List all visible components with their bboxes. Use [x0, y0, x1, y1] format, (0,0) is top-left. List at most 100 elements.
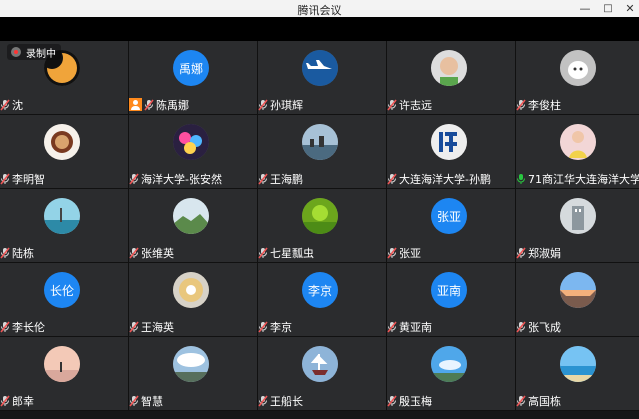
participant-nameplate: 郑淑娟	[516, 245, 561, 260]
participant-nameplate: 李俊柱	[516, 97, 561, 112]
participant-name: 高国栋	[528, 394, 561, 408]
microphone-muted-icon	[258, 247, 270, 259]
participant-name: 七星瓢虫	[270, 246, 314, 260]
participant-avatar	[431, 124, 467, 160]
participant-avatar: 亚南	[431, 272, 467, 308]
participant-tile[interactable]: 殷玉梅	[387, 337, 516, 411]
participant-name: 殷玉梅	[399, 394, 432, 408]
participant-nameplate: 李明智	[0, 171, 45, 186]
participant-tile[interactable]: 禹娜陈禹娜	[129, 41, 258, 115]
participant-name: 李长伦	[12, 320, 45, 334]
microphone-muted-icon	[387, 173, 399, 185]
participant-tile[interactable]: 长伦李长伦	[0, 263, 129, 337]
participant-tile[interactable]: 亚南黄亚南	[387, 263, 516, 337]
participant-name: 张飞成	[528, 320, 561, 334]
microphone-muted-icon	[258, 321, 270, 333]
participant-name: 海洋大学-张安然	[141, 172, 222, 186]
participant-avatar	[173, 198, 209, 234]
microphone-muted-icon	[516, 395, 528, 407]
participant-avatar: 禹娜	[173, 50, 209, 86]
meeting-toolbar-strip	[0, 17, 639, 41]
participant-avatar	[302, 50, 338, 86]
participant-tile[interactable]: 陆栋	[0, 189, 129, 263]
participant-nameplate: 71商江华大连海洋大学	[516, 171, 639, 186]
participant-avatar	[560, 198, 596, 234]
participant-tile[interactable]: 张亚 张亚	[387, 189, 516, 263]
participant-tile[interactable]: 海洋大学-张安然	[129, 115, 258, 189]
participant-tile[interactable]: 七星瓢虫	[258, 189, 387, 263]
participant-nameplate: 孙琪辉	[258, 97, 303, 112]
participant-name: 71商江华大连海洋大学	[528, 172, 639, 186]
window-title-bar: 腾讯会议 — □ ✕	[0, 0, 639, 17]
participant-tile[interactable]: 李明智	[0, 115, 129, 189]
participant-nameplate: 黄亚南	[387, 319, 432, 334]
host-person-icon	[129, 98, 142, 111]
microphone-muted-icon	[129, 173, 141, 185]
participant-name: 李明智	[12, 172, 45, 186]
participant-nameplate: 郎幸	[0, 393, 34, 408]
close-button[interactable]: ✕	[621, 1, 639, 16]
microphone-muted-icon	[258, 99, 270, 111]
participant-tile[interactable]: 郑淑娟	[516, 189, 639, 263]
participant-nameplate: 沈	[0, 97, 23, 112]
participant-avatar	[302, 346, 338, 382]
microphone-muted-icon	[516, 99, 528, 111]
participant-tile[interactable]: 张维英	[129, 189, 258, 263]
participant-nameplate: 陈禹娜	[129, 97, 189, 112]
maximize-button[interactable]: □	[599, 1, 617, 16]
participant-name: 许志远	[399, 98, 432, 112]
participant-tile[interactable]: 大连海洋大学-孙鹏	[387, 115, 516, 189]
participant-avatar	[44, 124, 80, 160]
participant-tile[interactable]: 李京 李京	[258, 263, 387, 337]
participant-avatar: 张亚	[431, 198, 467, 234]
participant-name: 陈禹娜	[156, 98, 189, 112]
participant-avatar	[173, 124, 209, 160]
window-title: 腾讯会议	[297, 4, 342, 17]
participant-nameplate: 殷玉梅	[387, 393, 432, 408]
participant-name: 王海英	[141, 320, 174, 334]
microphone-muted-icon	[516, 321, 528, 333]
participant-nameplate: 王船长	[258, 393, 303, 408]
microphone-icon	[516, 173, 528, 185]
record-icon	[11, 47, 21, 57]
microphone-muted-icon	[387, 99, 399, 111]
participant-nameplate: 智慧	[129, 393, 163, 408]
participant-tile[interactable]: 许志远	[387, 41, 516, 115]
participant-nameplate: 七星瓢虫	[258, 245, 314, 260]
participant-avatar	[560, 50, 596, 86]
participant-tile[interactable]: 王海英	[129, 263, 258, 337]
participant-tile[interactable]: 郎幸	[0, 337, 129, 411]
participant-tile[interactable]: 李俊柱	[516, 41, 639, 115]
participant-nameplate: 陆栋	[0, 245, 34, 260]
participant-nameplate: 张飞成	[516, 319, 561, 334]
recording-label: 录制中	[26, 48, 56, 60]
participant-name: 黄亚南	[399, 320, 432, 334]
participant-name: 郎幸	[12, 394, 34, 408]
participant-tile[interactable]: 王海鹏	[258, 115, 387, 189]
participant-tile[interactable]: 王船长	[258, 337, 387, 411]
participant-tile[interactable]: 张飞成	[516, 263, 639, 337]
participant-name: 智慧	[141, 394, 163, 408]
participant-name: 郑淑娟	[528, 246, 561, 260]
participant-name: 陆栋	[12, 246, 34, 260]
participant-tile[interactable]: 71商江华大连海洋大学	[516, 115, 639, 189]
participant-avatar: 长伦	[44, 272, 80, 308]
participant-tile[interactable]: 高国栋	[516, 337, 639, 411]
participant-avatar	[302, 124, 338, 160]
participant-tile[interactable]: 孙琪辉	[258, 41, 387, 115]
microphone-muted-icon	[0, 395, 12, 407]
participant-nameplate: 李长伦	[0, 319, 45, 334]
participant-name: 沈	[12, 98, 23, 112]
microphone-muted-icon	[387, 247, 399, 259]
participant-tile[interactable]: 智慧	[129, 337, 258, 411]
participant-name: 王海鹏	[270, 172, 303, 186]
participant-nameplate: 李京	[258, 319, 292, 334]
recording-indicator: 录制中	[7, 44, 61, 60]
participant-avatar	[560, 272, 596, 308]
microphone-muted-icon	[129, 321, 141, 333]
minimize-button[interactable]: —	[576, 1, 594, 16]
microphone-muted-icon	[0, 321, 12, 333]
microphone-muted-icon	[0, 99, 12, 111]
participant-avatar	[173, 272, 209, 308]
participant-nameplate: 张维英	[129, 245, 174, 260]
